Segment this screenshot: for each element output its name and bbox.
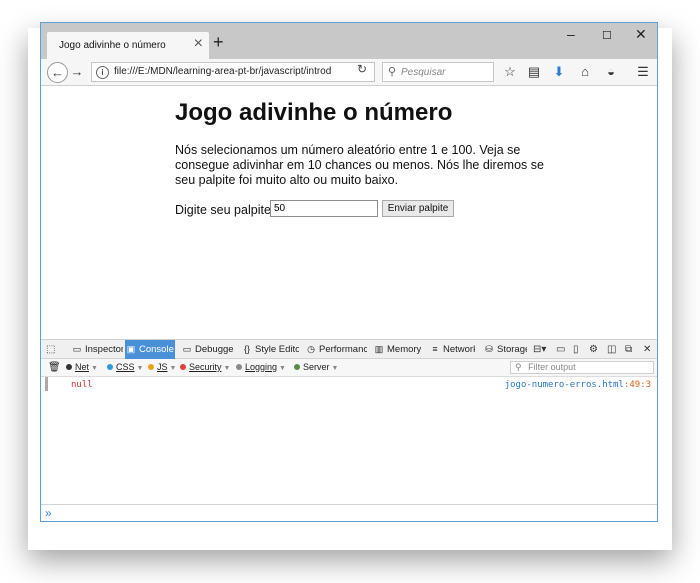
title-bar: Jogo adivinhe o número × + – ☐ ✕: [41, 23, 657, 59]
reading-list-icon[interactable]: ▤: [525, 64, 543, 80]
browser-window: Jogo adivinhe o número × + – ☐ ✕ ← → i f…: [40, 22, 658, 522]
close-window-icon[interactable]: ✕: [635, 27, 647, 41]
browser-tab[interactable]: Jogo adivinhe o número ×: [47, 32, 209, 59]
tab-network[interactable]: ≡ Network: [429, 340, 475, 359]
css-dot-icon: [107, 364, 113, 370]
bookmark-star-icon[interactable]: ☆: [501, 64, 519, 80]
network-icon: ≡: [432, 344, 438, 354]
download-icon[interactable]: ⬇: [550, 64, 568, 80]
trash-icon[interactable]: 🗑: [45, 361, 64, 374]
search-bar[interactable]: ⚲ Pesquisar: [382, 62, 494, 82]
reload-icon[interactable]: ↻: [357, 62, 367, 76]
page-content: Jogo adivinhe o número Nós selecionamos …: [41, 86, 657, 339]
url-bar[interactable]: i file:///E:/MDN/learning-area-pt-br/jav…: [91, 62, 375, 82]
inspector-icon: ▭: [72, 344, 82, 354]
console-filter-bar: 🗑 Net ▼ CSS ▼ JS ▼ Security ▼ Logging ▼ Serve…: [41, 359, 657, 377]
guess-label: Digite seu palpite:: [175, 203, 275, 217]
search-placeholder: Pesquisar: [401, 67, 446, 78]
js-dot-icon: [148, 364, 154, 370]
log-source-link[interactable]: jogo-numero-erros.html:49:3: [505, 380, 651, 390]
filter-js[interactable]: JS ▼: [145, 361, 179, 374]
tab-memory[interactable]: ▥ Memory: [373, 340, 421, 359]
tab-title: Jogo adivinhe o número: [59, 40, 166, 51]
page-title: Jogo adivinhe o número: [175, 99, 453, 126]
dock-side-icon[interactable]: ◫: [607, 342, 616, 357]
navigation-bar: ← → i file:///E:/MDN/learning-area-pt-br…: [41, 59, 657, 86]
chevron-down-icon: ▼: [169, 365, 177, 372]
console-prompt-icon: »: [45, 506, 52, 520]
forward-icon[interactable]: →: [69, 64, 85, 80]
minimize-icon[interactable]: –: [567, 27, 575, 41]
log-message: null: [71, 380, 93, 390]
storage-icon: ⛁: [485, 344, 493, 354]
intro-paragraph: Nós selecionamos um número aleatório ent…: [175, 143, 544, 187]
pocket-icon[interactable]: ◒: [602, 64, 620, 80]
scratchpad-icon[interactable]: ▯: [573, 342, 579, 357]
responsive-design-icon[interactable]: ▭: [556, 342, 565, 357]
info-icon[interactable]: i: [96, 66, 109, 79]
filter-css[interactable]: CSS ▼: [104, 361, 146, 374]
filter-funnel-icon: ⚲: [515, 362, 522, 372]
tab-debugger[interactable]: ▭ Debugger: [181, 340, 233, 359]
tab-performance[interactable]: ◷Performance: [305, 340, 367, 359]
console-input[interactable]: »: [41, 504, 657, 521]
debugger-icon: ▭: [182, 344, 192, 354]
devtools-toolbar: ⬚ ▭ Inspector ▣ Console ▭ Debugger {} Style …: [41, 339, 657, 359]
element-picker-icon[interactable]: ⬚: [46, 342, 55, 357]
filter-net[interactable]: Net ▼: [63, 361, 101, 374]
url-text: file:///E:/MDN/learning-area-pt-br/javas…: [114, 66, 332, 77]
filter-output-input[interactable]: ⚲ Filter output: [510, 361, 654, 374]
server-dot-icon: [294, 364, 300, 370]
memory-icon: ▥: [374, 344, 384, 354]
filter-logging[interactable]: Logging ▼: [233, 361, 289, 374]
back-icon[interactable]: ←: [47, 62, 68, 83]
style-editor-icon: {}: [243, 344, 250, 354]
tab-inspector[interactable]: ▭ Inspector: [71, 340, 123, 359]
net-dot-icon: [66, 364, 72, 370]
filter-server[interactable]: Server ▼: [291, 361, 341, 374]
chevron-down-icon: ▼: [91, 365, 98, 372]
close-devtools-icon[interactable]: ✕: [643, 342, 651, 357]
tab-style-editor[interactable]: {} Style Editor: [241, 340, 299, 359]
log-level-marker: [45, 377, 48, 391]
chevron-down-icon: ▼: [279, 365, 286, 372]
security-dot-icon: [180, 364, 186, 370]
submit-guess-button[interactable]: Enviar palpite: [382, 200, 454, 217]
layout-options-icon[interactable]: ⊟▾: [533, 342, 546, 357]
guess-field[interactable]: [270, 200, 378, 217]
new-tab-icon[interactable]: +: [213, 33, 224, 51]
filter-output-placeholder: Filter output: [528, 362, 576, 372]
menu-icon[interactable]: ☰: [634, 64, 652, 80]
tab-console[interactable]: ▣ Console: [125, 340, 175, 359]
maximize-icon[interactable]: ☐: [602, 29, 612, 43]
performance-icon: ◷: [307, 344, 315, 354]
undock-icon[interactable]: ⧉: [625, 342, 632, 357]
filter-security[interactable]: Security ▼: [177, 361, 233, 374]
tab-close-icon[interactable]: ×: [194, 36, 203, 52]
console-icon: ▣: [126, 344, 136, 354]
logging-dot-icon: [236, 364, 242, 370]
console-output: null jogo-numero-erros.html:49:3: [41, 377, 657, 504]
search-icon: ⚲: [388, 66, 397, 78]
chevron-down-icon: ▼: [223, 365, 231, 372]
home-icon[interactable]: ⌂: [576, 64, 594, 80]
tab-storage[interactable]: ⛁ Storage: [483, 340, 527, 359]
chevron-down-icon: ▼: [136, 365, 144, 372]
settings-gear-icon[interactable]: ⚙: [589, 342, 598, 357]
chevron-down-icon: ▼: [331, 365, 339, 372]
